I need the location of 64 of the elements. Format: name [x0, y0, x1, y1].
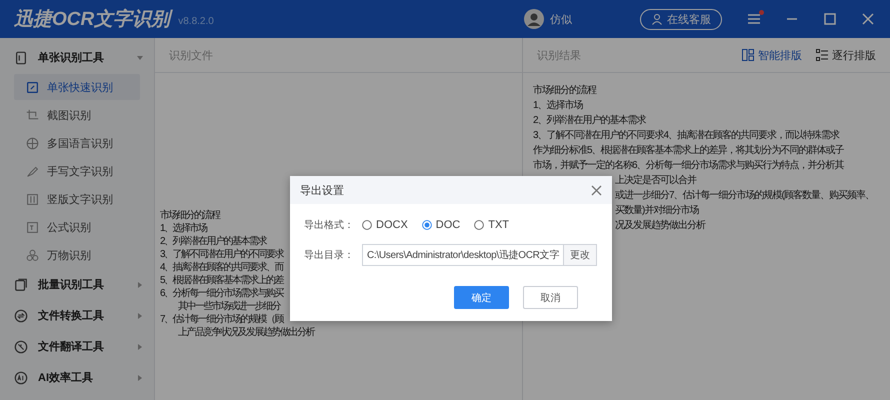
- caret-right-icon: [136, 280, 144, 288]
- sidebar-item[interactable]: 单张快速识别: [14, 74, 140, 100]
- cancel-button[interactable]: 取消: [523, 286, 578, 309]
- document-line: 4、抽离潜在顾客的共同要求、而: [160, 261, 284, 274]
- sidebar-item[interactable]: 多国语言识别: [14, 130, 140, 156]
- maximize-icon[interactable]: [822, 11, 838, 27]
- document-line: 5、根据潜在顾客基本需求上的差: [160, 274, 284, 287]
- person-icon: [651, 13, 663, 25]
- document-line: 7、估计每一细分市场的规模（顾: [160, 313, 284, 326]
- document-line: 6、分析每一细分市场需求与购买: [160, 287, 284, 300]
- document-line: 1、选择市场: [160, 222, 207, 235]
- dialog-title: 导出设置: [300, 184, 345, 198]
- sidebar-item[interactable]: 截图识别: [14, 102, 140, 128]
- document-line: 2、列举潜在用户的基本需求: [160, 235, 266, 248]
- columns-icon: [742, 49, 754, 61]
- result-line: 作为细分标准5、根据潜在顾客基本需求上的差异，将其划分为不同的群体或子: [533, 144, 844, 158]
- panel-title: 识别文件: [169, 48, 213, 62]
- field-label: 导出格式：: [304, 218, 355, 232]
- field-label: 导出目录：: [304, 248, 355, 262]
- user-name: 仿似: [550, 12, 572, 26]
- swap-icon: [14, 308, 28, 322]
- layout-option[interactable]: 智能排版: [742, 48, 802, 62]
- sidebar-item[interactable]: 手写文字识别: [14, 158, 140, 184]
- caret-right-icon: [136, 342, 144, 350]
- document-line: 3、了解不同潜在用户的不同要求: [160, 248, 284, 261]
- sidebar-item[interactable]: 竖版文字识别: [14, 186, 140, 212]
- result-line: 况及发展趋势做出分析: [615, 218, 705, 233]
- confirm-button[interactable]: 确定: [454, 286, 509, 309]
- result-line: 买数量)并对细分市场: [615, 204, 698, 218]
- sidebar-group[interactable]: 批量识别工具: [0, 269, 154, 300]
- avatar-icon[interactable]: [524, 9, 544, 29]
- sidebar-group[interactable]: AI效率工具: [0, 362, 154, 393]
- layout-option[interactable]: 逐行排版: [816, 48, 876, 62]
- caret-right-icon: [136, 312, 144, 320]
- document-line: 市场细分的流程: [160, 209, 220, 222]
- ai-icon: [14, 370, 28, 384]
- result-line: 市场细分的流程: [533, 84, 596, 98]
- list-icon: [816, 49, 828, 61]
- caret-down-icon: [136, 54, 144, 62]
- tablet-icon: [14, 50, 28, 64]
- sidebar-group[interactable]: 单张识别工具: [0, 42, 154, 73]
- caret-right-icon: [136, 374, 144, 382]
- result-line: 市场，并赋予一定的名称6、分析每一细分市场需求与购买行为特点，并分析其: [533, 158, 844, 173]
- stack-icon: [14, 278, 28, 292]
- result-line: 上决定是否可以合并: [615, 174, 696, 188]
- result-line: 或进一步细分7、估计每一细分市场的规模(顾客数量、购买频率、: [615, 188, 874, 203]
- result-line: 1、选择市场: [533, 98, 583, 113]
- document-line: 上产品竞争状况及发展趋势做出分析: [177, 326, 314, 339]
- result-line: 2、列举潜在用户的基本需求: [533, 114, 646, 128]
- sidebar-item[interactable]: 公式识别: [14, 214, 140, 240]
- app-logo: 迅捷OCR文字识别: [14, 6, 170, 32]
- panel-title: 识别结果: [537, 48, 581, 62]
- close-icon[interactable]: [591, 184, 602, 196]
- format-radio[interactable]: TXT: [474, 219, 510, 231]
- sidebar-group[interactable]: 文件翻译工具: [0, 331, 154, 362]
- sidebar-group[interactable]: 文件转换工具: [0, 300, 154, 331]
- sidebar-item[interactable]: 万物识别: [14, 242, 140, 268]
- format-radio[interactable]: DOCX: [362, 219, 408, 231]
- format-radio[interactable]: DOC: [422, 219, 460, 231]
- document-line: 其中一些市场或进一步细分: [177, 300, 280, 313]
- close-icon[interactable]: [860, 11, 876, 27]
- result-line: 3、了解不同潜在用户的不同要求4、抽离潜在顾客的共同要求，而以特殊需求: [533, 128, 840, 143]
- version-label: v8.8.2.0: [178, 16, 214, 26]
- online-service-button[interactable]: 在线客服: [640, 8, 722, 30]
